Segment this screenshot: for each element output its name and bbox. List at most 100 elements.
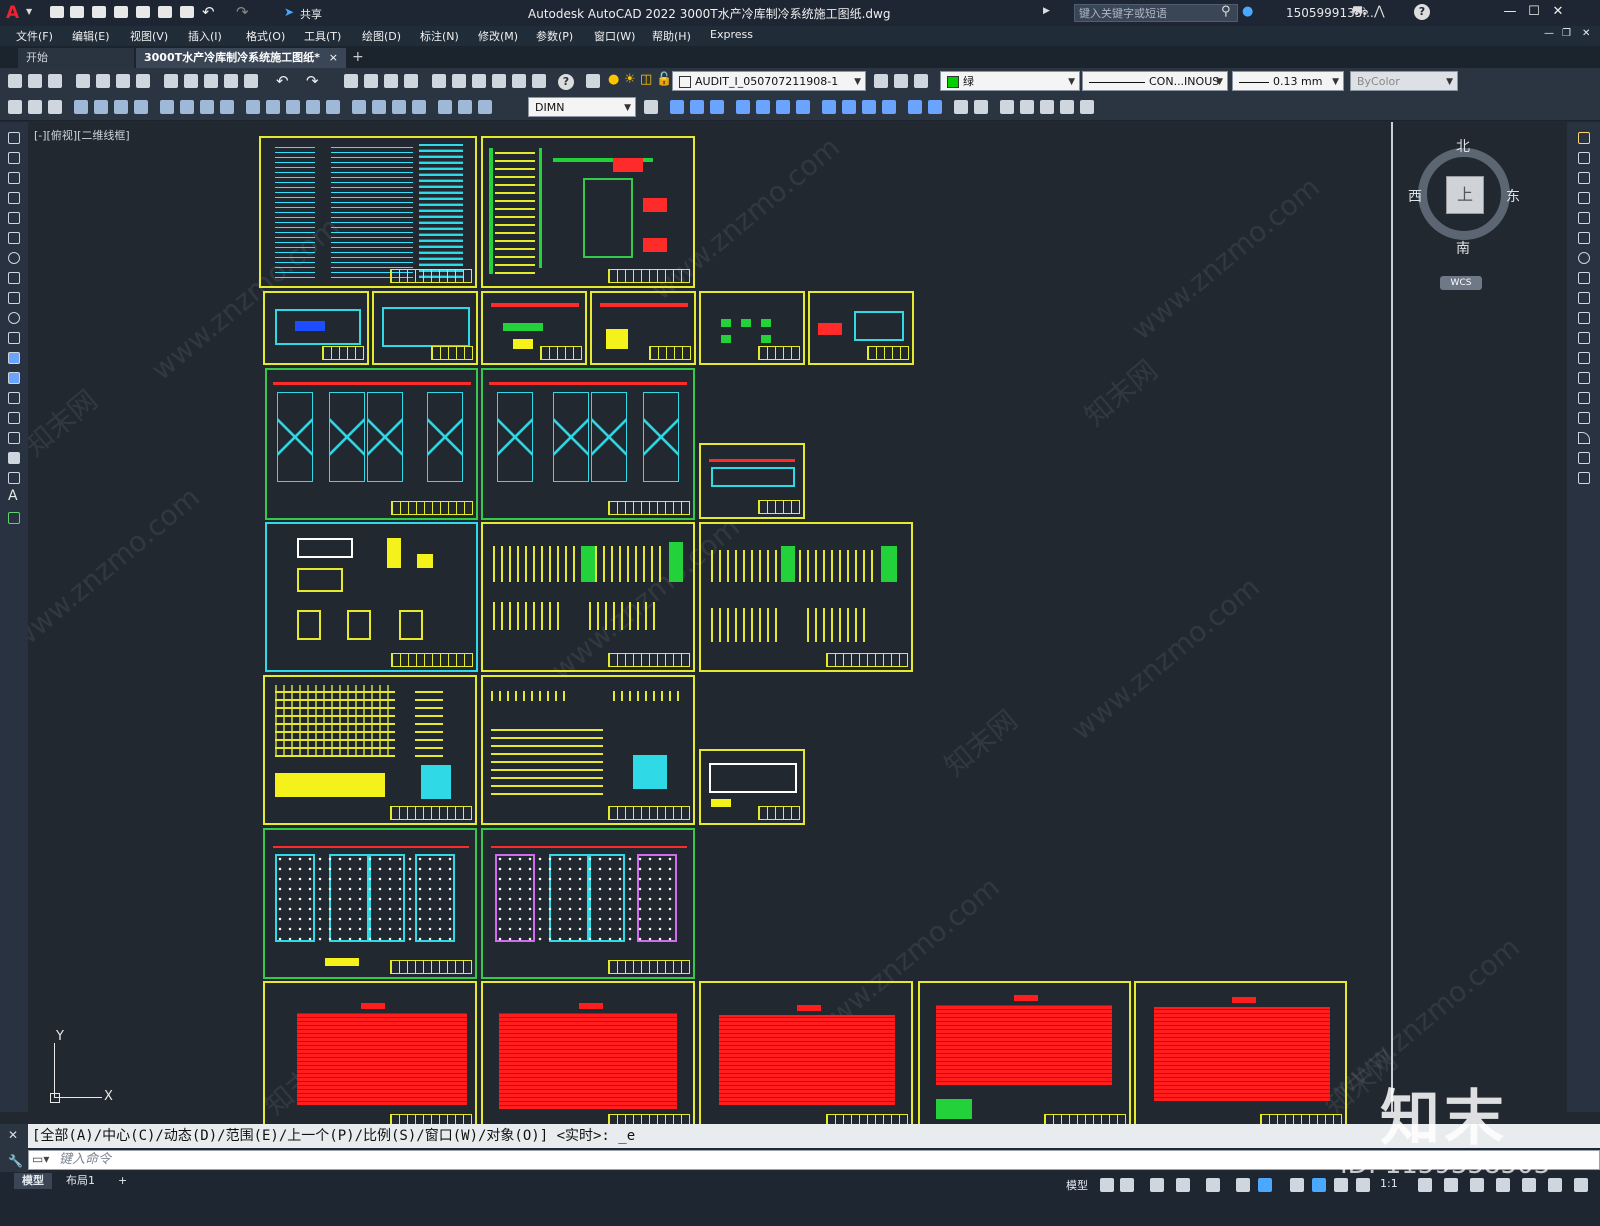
snap-icon[interactable] bbox=[1120, 1178, 1134, 1192]
viewport-divider[interactable] bbox=[1391, 122, 1393, 1112]
tab-drawing[interactable]: 3000T水产冷库制冷系统施工图纸* × bbox=[136, 48, 346, 68]
cut-icon[interactable] bbox=[164, 74, 178, 88]
ellipse-arc-icon[interactable] bbox=[8, 332, 20, 344]
doc-close-icon[interactable]: ✕ bbox=[1582, 28, 1590, 39]
ellipse-icon[interactable] bbox=[8, 312, 20, 324]
open-file-icon[interactable] bbox=[70, 6, 84, 18]
menu-parametric[interactable]: 参数(P) bbox=[536, 28, 573, 44]
redo-icon[interactable]: ↷ bbox=[236, 3, 249, 21]
dim-update-icon[interactable] bbox=[478, 100, 492, 114]
dim-text-edit-icon[interactable] bbox=[458, 100, 472, 114]
menu-window[interactable]: 窗口(W) bbox=[594, 28, 635, 44]
bring-front-icon[interactable] bbox=[1060, 100, 1074, 114]
compass-east[interactable]: 东 bbox=[1506, 186, 1520, 206]
menu-dimension[interactable]: 标注(N) bbox=[420, 28, 459, 44]
menu-edit[interactable]: 编辑(E) bbox=[72, 28, 110, 44]
scale-icon[interactable] bbox=[796, 100, 810, 114]
layer-properties-icon[interactable] bbox=[586, 74, 600, 88]
polyline-icon[interactable] bbox=[8, 172, 20, 184]
tab-start[interactable]: 开始 bbox=[18, 48, 134, 68]
viewport-controls[interactable]: [-][俯视][二维线框] bbox=[34, 127, 130, 143]
ordinate-dim-icon[interactable] bbox=[134, 100, 148, 114]
paste-icon[interactable] bbox=[204, 74, 218, 88]
viewcube[interactable]: 上 北 南 东 西 bbox=[1408, 139, 1520, 257]
menu-help[interactable]: 帮助(H) bbox=[652, 28, 691, 44]
chamfer-palette-icon[interactable] bbox=[1578, 412, 1590, 424]
plot-preview-icon[interactable] bbox=[96, 74, 110, 88]
array-palette-icon[interactable] bbox=[1578, 212, 1590, 224]
chamfer-icon[interactable] bbox=[928, 100, 942, 114]
layer-states-icon[interactable] bbox=[914, 74, 928, 88]
save-toolbar-icon[interactable] bbox=[48, 74, 62, 88]
draw-order-icon[interactable] bbox=[1040, 100, 1054, 114]
dim-edit-icon[interactable] bbox=[438, 100, 452, 114]
explode-icon[interactable] bbox=[954, 100, 968, 114]
open-icon[interactable] bbox=[28, 74, 42, 88]
object-snap-tracking-icon[interactable] bbox=[1236, 1178, 1250, 1192]
menu-modify[interactable]: 修改(M) bbox=[478, 28, 518, 44]
match-properties-icon[interactable] bbox=[224, 74, 238, 88]
aligned-dim-icon[interactable] bbox=[94, 100, 108, 114]
extend-icon[interactable] bbox=[862, 100, 876, 114]
units-icon[interactable] bbox=[1470, 1178, 1484, 1192]
inspection-icon[interactable] bbox=[392, 100, 406, 114]
gradient-icon[interactable] bbox=[8, 432, 20, 444]
join-icon[interactable] bbox=[974, 100, 988, 114]
make-current-layer-icon[interactable] bbox=[874, 74, 888, 88]
mtext-icon[interactable]: A bbox=[8, 488, 18, 504]
doc-minimize-icon[interactable]: — bbox=[1544, 28, 1554, 39]
rectangle-icon[interactable] bbox=[8, 212, 20, 224]
make-block-icon[interactable] bbox=[8, 372, 20, 384]
app-menu-chevron-icon[interactable]: ▼ bbox=[26, 7, 32, 16]
layer-lock-icon[interactable]: 🔓 bbox=[656, 72, 672, 87]
spline-icon[interactable] bbox=[8, 292, 20, 304]
markup-icon[interactable] bbox=[512, 74, 526, 88]
arc-icon[interactable] bbox=[8, 232, 20, 244]
recent-commands-icon[interactable]: ▭▾ bbox=[32, 1152, 49, 1166]
copy-icon[interactable] bbox=[184, 74, 198, 88]
zoom-realtime-icon[interactable] bbox=[364, 74, 378, 88]
lineweight-dropdown[interactable]: 0.13 mm ▼ bbox=[1232, 71, 1344, 91]
menu-draw[interactable]: 绘图(D) bbox=[362, 28, 401, 44]
clean-screen-icon[interactable] bbox=[1548, 1178, 1562, 1192]
layers-icon[interactable] bbox=[48, 100, 62, 114]
compass-south[interactable]: 南 bbox=[1456, 238, 1470, 258]
plus-icon[interactable] bbox=[1444, 1178, 1458, 1192]
user-icon[interactable]: ● bbox=[1242, 4, 1253, 19]
menu-view[interactable]: 视图(V) bbox=[130, 28, 168, 44]
menu-format[interactable]: 格式(O) bbox=[246, 28, 285, 44]
share-icon[interactable]: ➤ bbox=[284, 5, 294, 19]
construction-line-icon[interactable] bbox=[8, 152, 20, 164]
object-snap-icon[interactable] bbox=[1258, 1178, 1272, 1192]
undo-icon[interactable]: ↶ bbox=[202, 3, 215, 21]
compass-west[interactable]: 西 bbox=[1408, 186, 1422, 206]
erase-icon[interactable] bbox=[1578, 132, 1590, 144]
plot-toolbar-icon[interactable] bbox=[76, 74, 90, 88]
zoom-previous-icon[interactable] bbox=[404, 74, 418, 88]
add-layout-button[interactable]: + bbox=[110, 1173, 135, 1189]
tab-close-icon[interactable]: × bbox=[329, 48, 338, 68]
tool-palettes-icon[interactable] bbox=[472, 74, 486, 88]
customization-icon[interactable] bbox=[1574, 1178, 1588, 1192]
arc-length-dim-icon[interactable] bbox=[114, 100, 128, 114]
search-input[interactable]: 键入关键字或短语 bbox=[1074, 4, 1238, 22]
quick-properties-icon[interactable] bbox=[1496, 1178, 1510, 1192]
menu-insert[interactable]: 插入(I) bbox=[188, 28, 222, 44]
new-file-icon[interactable] bbox=[50, 6, 64, 18]
dimstyle-dropdown[interactable]: DIMN ▼ bbox=[528, 97, 636, 117]
maximize-button[interactable]: ☐ bbox=[1526, 4, 1542, 20]
isolate-objects-icon[interactable] bbox=[1522, 1178, 1536, 1192]
explode-palette-icon[interactable] bbox=[1578, 472, 1590, 484]
close-command-icon[interactable]: ✕ bbox=[8, 1128, 18, 1142]
extend-palette-icon[interactable] bbox=[1578, 332, 1590, 344]
open-web-icon[interactable] bbox=[136, 6, 150, 18]
model-space-toggle[interactable]: 模型 bbox=[1066, 1177, 1088, 1193]
calculator-icon[interactable] bbox=[532, 74, 546, 88]
publish-icon[interactable] bbox=[116, 74, 130, 88]
isodraft-icon[interactable] bbox=[1206, 1178, 1220, 1192]
annotation-visibility-icon[interactable] bbox=[1312, 1178, 1326, 1192]
trim-icon[interactable] bbox=[842, 100, 856, 114]
linetype-dropdown[interactable]: CON...INOUS ▼ bbox=[1082, 71, 1228, 91]
angular-dim-icon[interactable] bbox=[220, 100, 234, 114]
zoom-window-icon[interactable] bbox=[384, 74, 398, 88]
